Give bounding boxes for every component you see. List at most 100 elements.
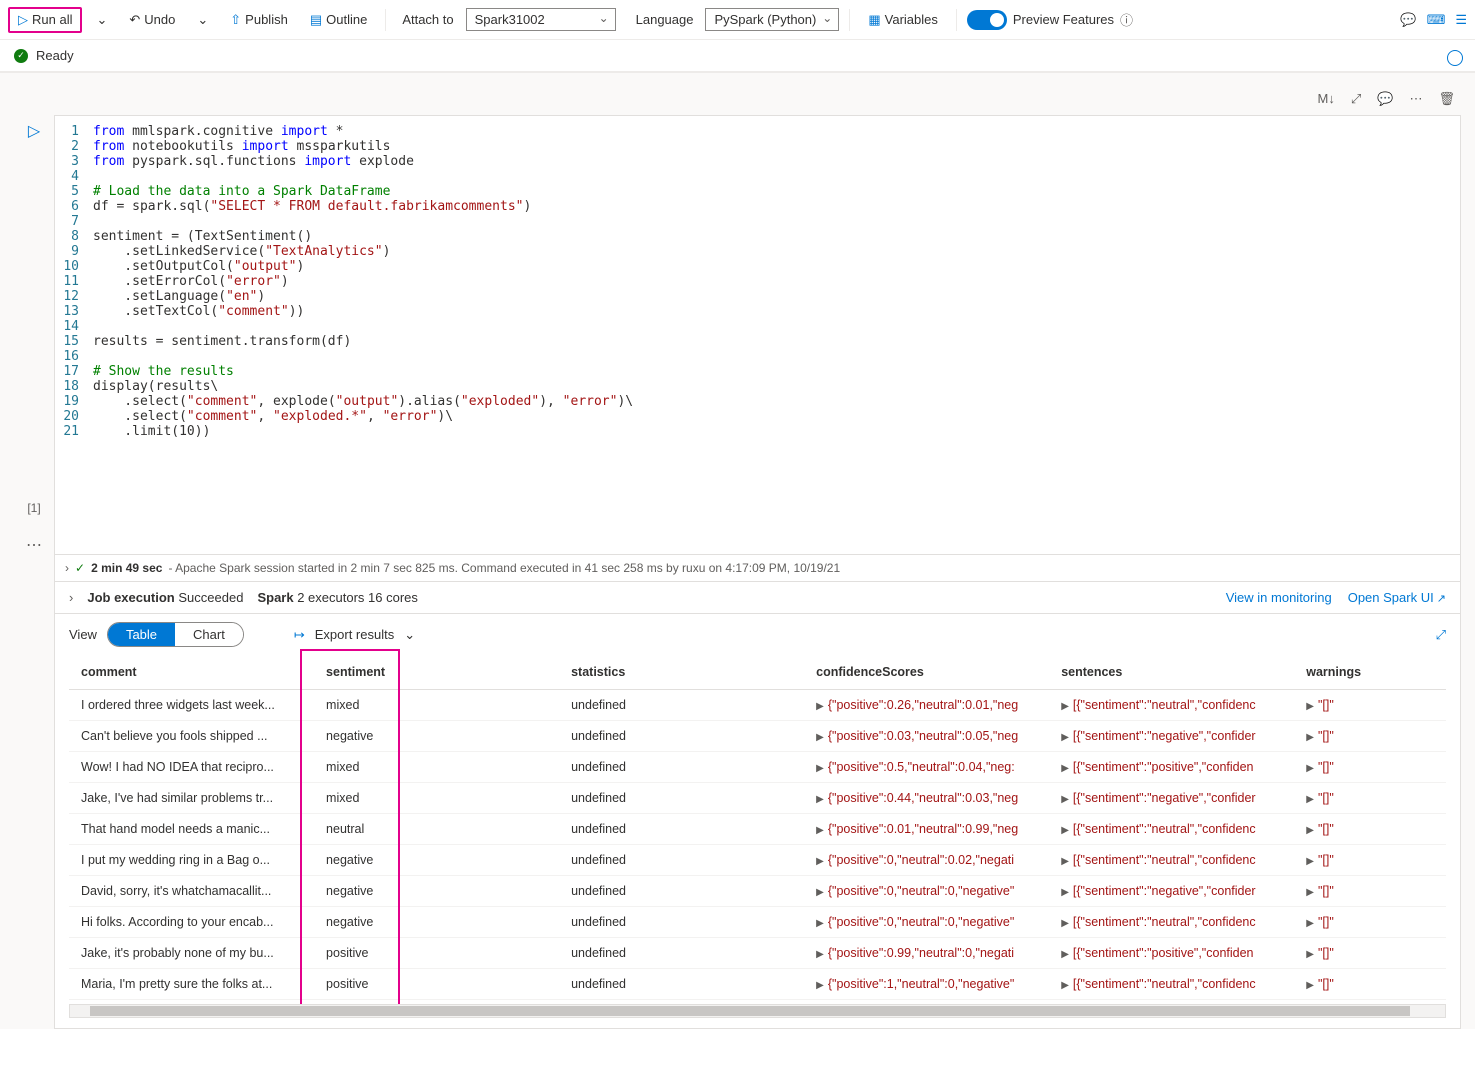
info-icon[interactable]: ⓘ xyxy=(1120,10,1133,29)
table-view-button[interactable]: Table xyxy=(108,623,175,646)
cell-more-icon[interactable]: ⋯ xyxy=(26,535,42,555)
export-icon: ↦ xyxy=(294,627,305,643)
chevron-down-icon[interactable]: ⌄ xyxy=(404,627,415,643)
column-header-statistics[interactable]: statistics xyxy=(559,655,804,690)
expand-triangle-icon[interactable]: ▶ xyxy=(816,732,824,743)
line-number: 18 xyxy=(55,379,93,394)
cell-comment: I ordered three widgets last week... xyxy=(69,690,314,721)
execution-status-row[interactable]: › ✓ 2 min 49 sec - Apache Spark session … xyxy=(55,555,1460,582)
column-header-comment[interactable]: comment xyxy=(69,655,314,690)
spark-label: Spark xyxy=(257,590,293,605)
kernel-status-icon[interactable] xyxy=(1447,50,1463,66)
table-row[interactable]: David, sorry, it's whatchamacallit...neg… xyxy=(69,876,1446,907)
expand-triangle-icon[interactable]: ▶ xyxy=(1306,980,1314,991)
language-value: PySpark (Python) xyxy=(714,12,816,27)
expand-triangle-icon[interactable]: ▶ xyxy=(1306,856,1314,867)
expand-triangle-icon[interactable]: ▶ xyxy=(816,701,824,712)
cell-gutter: ▷ [1] ⋯ xyxy=(14,115,54,555)
publish-button[interactable]: ⇧ Publish xyxy=(222,8,296,32)
outline-button[interactable]: ▤ Outline xyxy=(302,8,376,32)
cell-comment: David, sorry, it's whatchamacallit... xyxy=(69,876,314,907)
code-line: 14 xyxy=(55,319,1460,334)
expand-triangle-icon[interactable]: ▶ xyxy=(816,794,824,805)
expand-triangle-icon[interactable]: ▶ xyxy=(1306,949,1314,960)
run-all-dropdown[interactable]: ⌄ xyxy=(88,8,115,32)
maximize-icon[interactable]: ⤢ xyxy=(1436,627,1446,643)
expand-triangle-icon[interactable]: ▶ xyxy=(1306,763,1314,774)
expand-triangle-icon[interactable]: ▶ xyxy=(1061,763,1069,774)
column-header-warnings[interactable]: warnings xyxy=(1294,655,1446,690)
horizontal-scrollbar[interactable] xyxy=(69,1004,1446,1018)
table-row[interactable]: Maria, I'm pretty sure the folks at...po… xyxy=(69,969,1446,1000)
export-results-button[interactable]: Export results xyxy=(315,627,394,642)
settings-icon[interactable]: ☰ xyxy=(1455,12,1467,28)
expand-triangle-icon[interactable]: ▶ xyxy=(1061,825,1069,836)
run-cell-button[interactable]: ▷ xyxy=(28,121,40,141)
cell-sentences: ▶[{"sentiment":"neutral","confidenc xyxy=(1049,690,1294,721)
more-options-icon[interactable]: ⋯ xyxy=(1403,87,1428,111)
table-row[interactable]: Can't believe you fools shipped ...negat… xyxy=(69,721,1446,752)
run-all-button[interactable]: ▷ Run all xyxy=(8,7,82,33)
code-line: 5# Load the data into a Spark DataFrame xyxy=(55,184,1460,199)
expand-triangle-icon[interactable]: ▶ xyxy=(1306,794,1314,805)
expand-triangle-icon[interactable]: ▶ xyxy=(1061,980,1069,991)
expand-triangle-icon[interactable]: ▶ xyxy=(816,825,824,836)
view-monitoring-link[interactable]: View in monitoring xyxy=(1226,590,1332,605)
expand-triangle-icon[interactable]: ▶ xyxy=(1306,732,1314,743)
undo-dropdown[interactable]: ⌄ xyxy=(189,8,216,32)
delete-cell-icon[interactable]: 🗑 xyxy=(1432,87,1461,111)
view-label: View xyxy=(69,627,97,642)
expand-triangle-icon[interactable]: ▶ xyxy=(816,763,824,774)
expand-triangle-icon[interactable]: ▶ xyxy=(1061,887,1069,898)
comment-cell-icon[interactable]: 💬 xyxy=(1371,87,1399,111)
variables-button[interactable]: ▦ Variables xyxy=(860,8,946,32)
table-row[interactable]: Hi folks. According to your encab...nega… xyxy=(69,907,1446,938)
chart-view-button[interactable]: Chart xyxy=(175,623,243,646)
expand-triangle-icon[interactable]: ▶ xyxy=(816,949,824,960)
expand-triangle-icon[interactable]: ▶ xyxy=(1061,856,1069,867)
code-line: 7 xyxy=(55,214,1460,229)
expand-triangle-icon[interactable]: ▶ xyxy=(1061,918,1069,929)
undo-button[interactable]: ↶ Undo xyxy=(121,8,183,32)
expand-triangle-icon[interactable]: ▶ xyxy=(816,856,824,867)
open-spark-ui-link[interactable]: Open Spark UI xyxy=(1348,590,1446,605)
table-row[interactable]: Jake, it's probably none of my bu...posi… xyxy=(69,938,1446,969)
expand-triangle-icon[interactable]: ▶ xyxy=(1306,918,1314,929)
cell-statistics: undefined xyxy=(559,907,804,938)
cell-sentiment: neutral xyxy=(314,814,559,845)
code-line: 2from notebookutils import mssparkutils xyxy=(55,139,1460,154)
column-header-sentences[interactable]: sentences xyxy=(1049,655,1294,690)
expand-triangle-icon[interactable]: ▶ xyxy=(816,887,824,898)
preview-toggle[interactable] xyxy=(967,10,1007,30)
expand-triangle-icon[interactable]: ▶ xyxy=(1061,732,1069,743)
table-row[interactable]: That hand model needs a manic...neutralu… xyxy=(69,814,1446,845)
table-row[interactable]: I put my wedding ring in a Bag o...negat… xyxy=(69,845,1446,876)
expand-triangle-icon[interactable]: ▶ xyxy=(816,918,824,929)
expand-triangle-icon[interactable]: ▶ xyxy=(816,980,824,991)
expand-icon[interactable]: › xyxy=(69,590,73,605)
table-row[interactable]: Wow! I had NO IDEA that recipro...mixedu… xyxy=(69,752,1446,783)
cell-comment: I put my wedding ring in a Bag o... xyxy=(69,845,314,876)
cell-warnings: ▶"[]" xyxy=(1294,845,1446,876)
variables-label: Variables xyxy=(885,12,938,27)
column-header-sentiment[interactable]: sentiment xyxy=(314,655,559,690)
attach-to-dropdown[interactable]: Spark31002 xyxy=(466,8,616,31)
expand-triangle-icon[interactable]: ▶ xyxy=(1306,701,1314,712)
code-cell[interactable]: 1from mmlspark.cognitive import *2from n… xyxy=(54,115,1461,555)
expand-triangle-icon[interactable]: ▶ xyxy=(1061,949,1069,960)
expand-triangle-icon[interactable]: ▶ xyxy=(1306,825,1314,836)
expand-triangle-icon[interactable]: ▶ xyxy=(1306,887,1314,898)
collapse-icon[interactable]: ⤢ xyxy=(1345,87,1367,111)
line-number: 19 xyxy=(55,394,93,409)
expand-triangle-icon[interactable]: ▶ xyxy=(1061,794,1069,805)
spark-detail: 2 executors 16 cores xyxy=(297,590,418,605)
comment-icon[interactable]: 💬 xyxy=(1400,12,1416,28)
table-row[interactable]: Jake, I've had similar problems tr...mix… xyxy=(69,783,1446,814)
convert-markdown-button[interactable]: M↓ xyxy=(1312,87,1341,111)
table-row[interactable]: I ordered three widgets last week...mixe… xyxy=(69,690,1446,721)
expand-triangle-icon[interactable]: ▶ xyxy=(1061,701,1069,712)
scrollbar-thumb[interactable] xyxy=(90,1006,1410,1016)
column-header-confidenceScores[interactable]: confidenceScores xyxy=(804,655,1049,690)
keyboard-icon[interactable]: ⌨ xyxy=(1427,12,1446,28)
language-dropdown[interactable]: PySpark (Python) xyxy=(705,8,839,31)
